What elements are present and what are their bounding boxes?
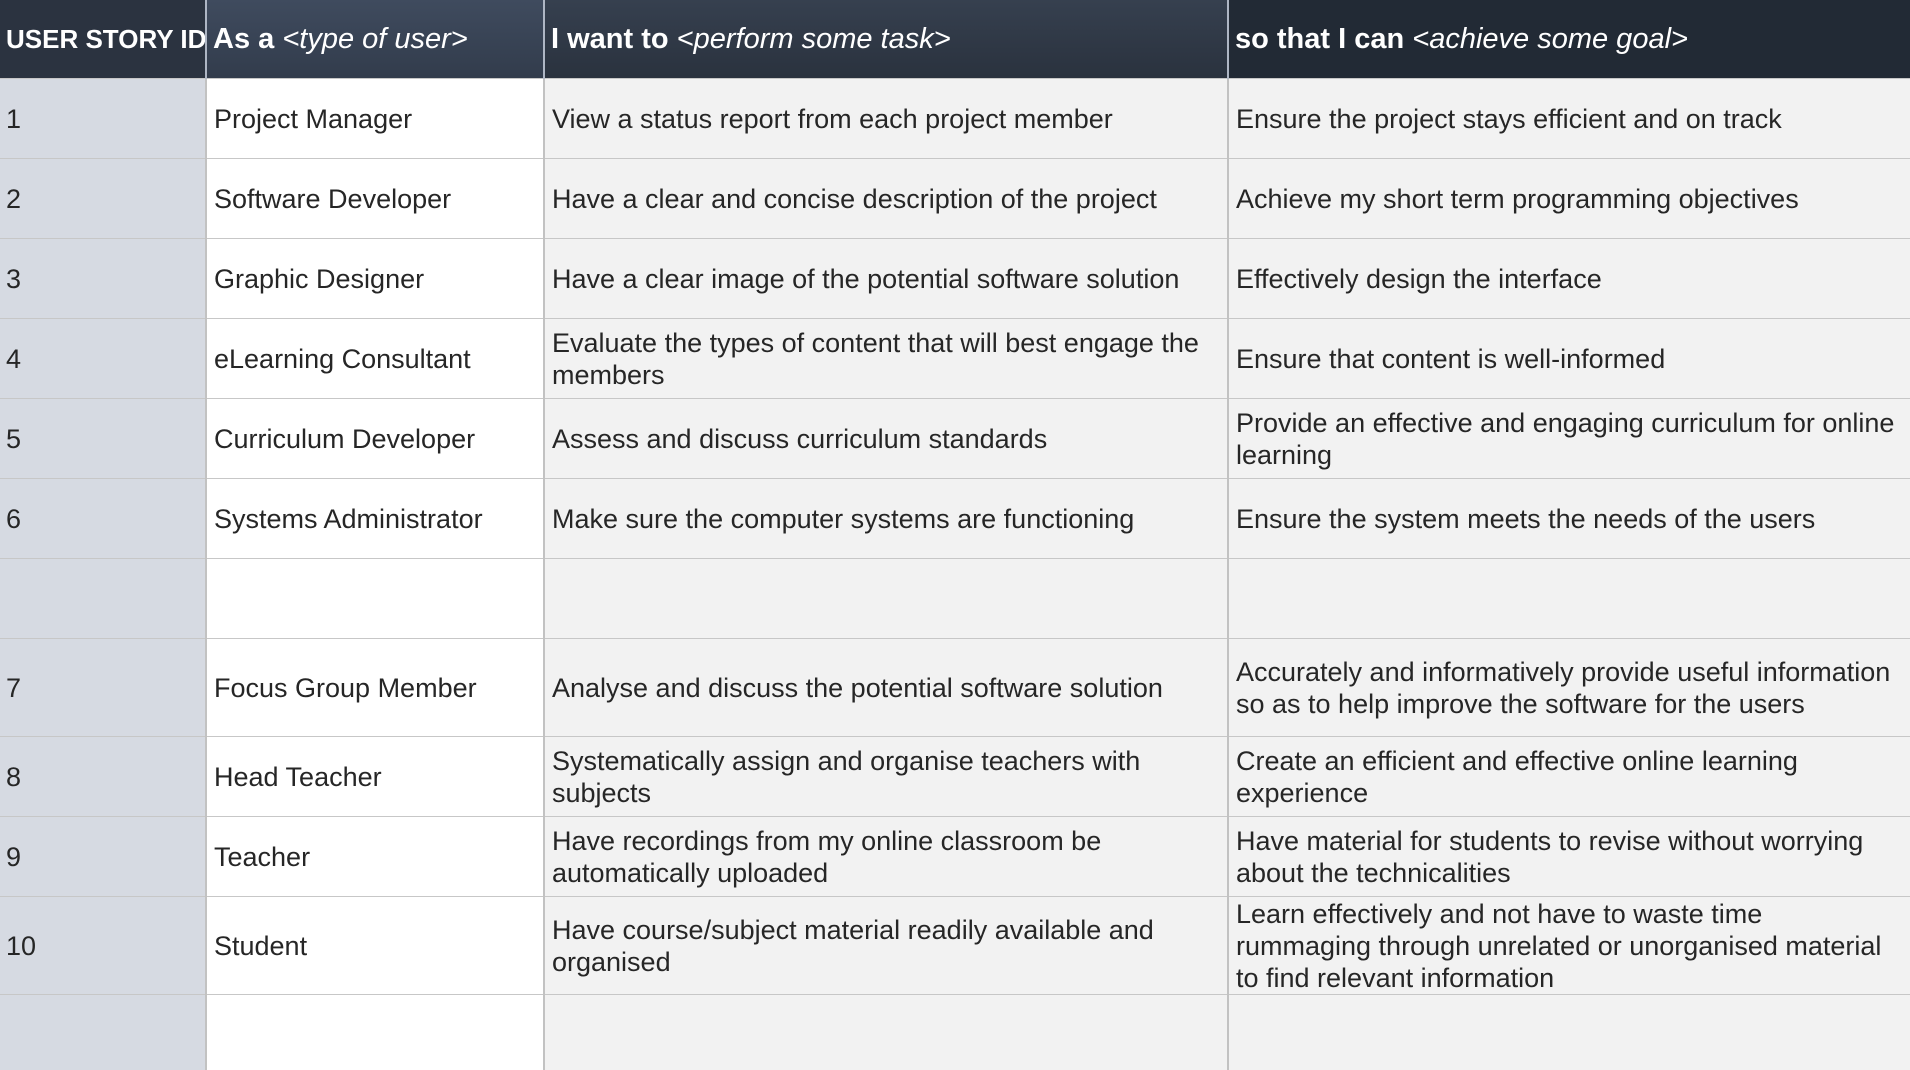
cell-task[interactable]: Have course/subject material readily ava… <box>544 896 1229 995</box>
header-goal-prefix: so that I can <box>1235 22 1413 55</box>
cell-goal[interactable]: Accurately and informatively provide use… <box>1228 638 1910 737</box>
header-task-hint: <perform some task> <box>676 22 951 55</box>
cell-user-type[interactable]: Graphic Designer <box>206 238 545 319</box>
cell-story-id[interactable]: 4 <box>0 318 207 399</box>
header-goal-hint: <achieve some goal> <box>1412 22 1688 55</box>
cell-user-type[interactable] <box>206 994 545 1070</box>
cell-task[interactable]: Have recordings from my online classroom… <box>544 816 1229 897</box>
cell-story-id[interactable]: 9 <box>0 816 207 897</box>
cell-user-type[interactable]: eLearning Consultant <box>206 318 545 399</box>
cell-story-id[interactable] <box>0 558 207 639</box>
cell-story-id[interactable] <box>0 994 207 1070</box>
cell-user-type[interactable]: Curriculum Developer <box>206 398 545 479</box>
cell-user-type[interactable] <box>206 558 545 639</box>
cell-story-id[interactable]: 5 <box>0 398 207 479</box>
cell-story-id[interactable]: 8 <box>0 736 207 817</box>
cell-story-id[interactable]: 7 <box>0 638 207 737</box>
cell-goal[interactable]: Effectively design the interface <box>1228 238 1910 319</box>
table-row: 4 eLearning Consultant Evaluate the type… <box>0 318 1910 399</box>
table-row: 1 Project Manager View a status report f… <box>0 78 1910 159</box>
cell-goal[interactable]: Achieve my short term programming object… <box>1228 158 1910 239</box>
table-row: 10 Student Have course/subject material … <box>0 896 1910 995</box>
table-row: 9 Teacher Have recordings from my online… <box>0 816 1910 897</box>
cell-goal[interactable]: Create an efficient and effective online… <box>1228 736 1910 817</box>
table-row: 3 Graphic Designer Have a clear image of… <box>0 238 1910 319</box>
table-row: 2 Software Developer Have a clear and co… <box>0 158 1910 239</box>
cell-task[interactable]: Have a clear image of the potential soft… <box>544 238 1229 319</box>
cell-goal[interactable]: Ensure the system meets the needs of the… <box>1228 478 1910 559</box>
cell-user-type[interactable]: Project Manager <box>206 78 545 159</box>
cell-task[interactable]: Have a clear and concise description of … <box>544 158 1229 239</box>
cell-story-id[interactable]: 1 <box>0 78 207 159</box>
cell-goal[interactable]: Ensure that content is well-informed <box>1228 318 1910 399</box>
header-type-of-user[interactable]: As a <type of user> <box>206 0 545 79</box>
cell-task[interactable] <box>544 558 1229 639</box>
cell-goal[interactable]: Provide an effective and engaging curric… <box>1228 398 1910 479</box>
header-row: USER STORY ID As a <type of user> I want… <box>0 0 1910 79</box>
cell-task[interactable]: Analyse and discuss the potential softwa… <box>544 638 1229 737</box>
header-id-label: USER STORY ID <box>6 23 206 54</box>
cell-task[interactable]: Assess and discuss curriculum standards <box>544 398 1229 479</box>
cell-task[interactable]: View a status report from each project m… <box>544 78 1229 159</box>
header-user-story-id[interactable]: USER STORY ID <box>0 0 207 79</box>
cell-story-id[interactable]: 6 <box>0 478 207 559</box>
header-task[interactable]: I want to <perform some task> <box>544 0 1229 79</box>
table-row: 7 Focus Group Member Analyse and discuss… <box>0 638 1910 737</box>
cell-task[interactable]: Systematically assign and organise teach… <box>544 736 1229 817</box>
cell-user-type[interactable]: Student <box>206 896 545 995</box>
user-story-sheet: USER STORY ID As a <type of user> I want… <box>0 0 1910 1070</box>
cell-task[interactable]: Make sure the computer systems are funct… <box>544 478 1229 559</box>
table-row-empty <box>0 994 1910 1070</box>
table-row: 6 Systems Administrator Make sure the co… <box>0 478 1910 559</box>
user-stories-table: USER STORY ID As a <type of user> I want… <box>0 0 1910 1070</box>
cell-user-type[interactable]: Teacher <box>206 816 545 897</box>
cell-story-id[interactable]: 3 <box>0 238 207 319</box>
cell-user-type[interactable]: Systems Administrator <box>206 478 545 559</box>
cell-user-type[interactable]: Head Teacher <box>206 736 545 817</box>
cell-task[interactable] <box>544 994 1229 1070</box>
table-row: 5 Curriculum Developer Assess and discus… <box>0 398 1910 479</box>
table-row: 8 Head Teacher Systematically assign and… <box>0 736 1910 817</box>
cell-user-type[interactable]: Focus Group Member <box>206 638 545 737</box>
cell-task[interactable]: Evaluate the types of content that will … <box>544 318 1229 399</box>
header-goal[interactable]: so that I can <achieve some goal> <box>1228 0 1910 79</box>
table-row-empty <box>0 558 1910 639</box>
cell-goal[interactable] <box>1228 994 1910 1070</box>
cell-user-type[interactable]: Software Developer <box>206 158 545 239</box>
cell-goal[interactable]: Learn effectively and not have to waste … <box>1228 896 1910 995</box>
header-user-hint: <type of user> <box>282 22 468 55</box>
cell-goal[interactable] <box>1228 558 1910 639</box>
cell-story-id[interactable]: 10 <box>0 896 207 995</box>
cell-goal[interactable]: Ensure the project stays efficient and o… <box>1228 78 1910 159</box>
cell-goal[interactable]: Have material for students to revise wit… <box>1228 816 1910 897</box>
cell-story-id[interactable]: 2 <box>0 158 207 239</box>
header-user-prefix: As a <box>213 22 283 55</box>
header-task-prefix: I want to <box>551 22 677 55</box>
